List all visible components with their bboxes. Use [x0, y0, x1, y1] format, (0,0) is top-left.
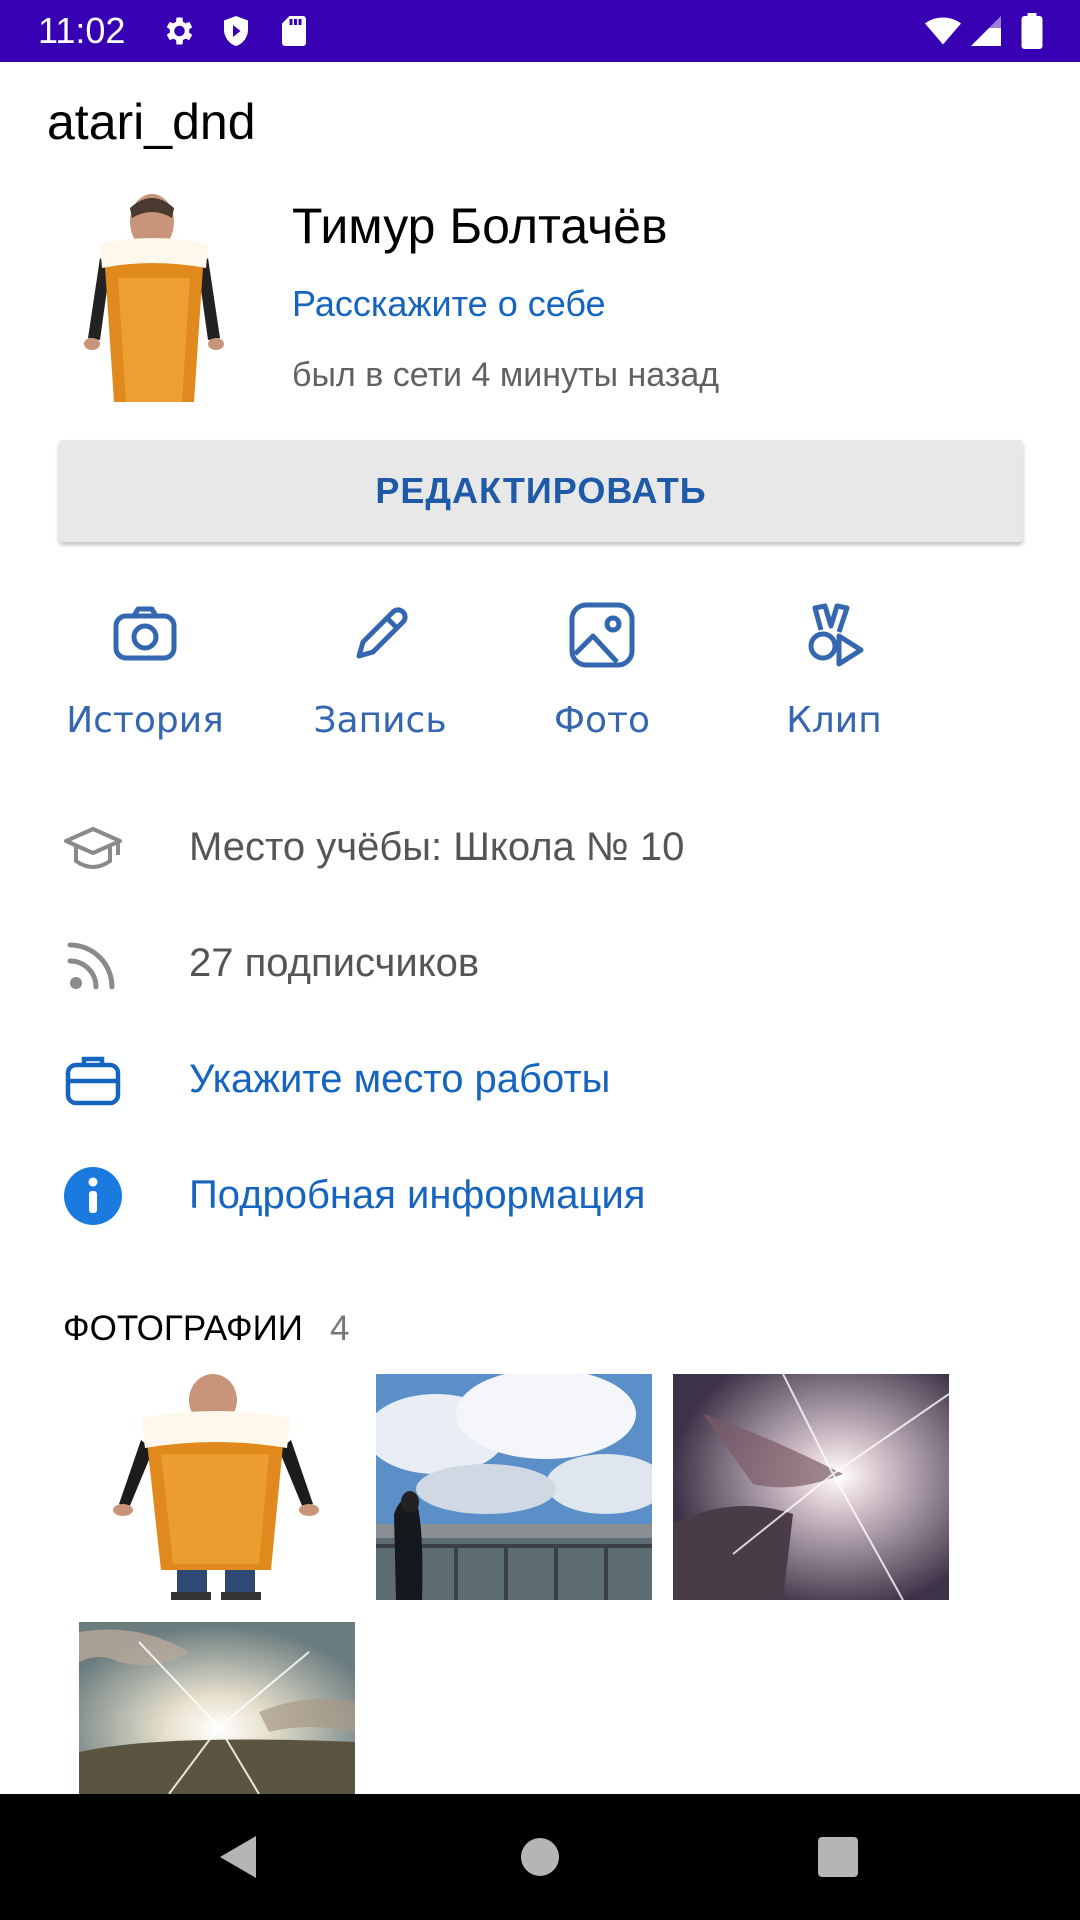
- info-row-details-text: Подробная информация: [189, 1173, 646, 1217]
- edit-profile-button-label: РЕДАКТИРОВАТЬ: [375, 470, 707, 511]
- photo-thumbnail[interactable]: [79, 1374, 355, 1600]
- sd-card-icon: [276, 13, 312, 49]
- battery-icon: [1018, 13, 1046, 49]
- status-time: 11:02: [38, 10, 126, 51]
- wifi-icon: [922, 13, 964, 49]
- settings-icon: [160, 13, 196, 49]
- info-row-work-text: Укажите место работы: [189, 1057, 611, 1101]
- clip-icon: [799, 600, 869, 670]
- action-clip[interactable]: Клип: [734, 600, 934, 750]
- action-post[interactable]: Запись: [280, 600, 480, 750]
- camera-icon: [110, 600, 180, 670]
- action-story-label: История: [66, 700, 224, 741]
- system-nav-bar: [0, 1794, 1080, 1920]
- pencil-icon: [345, 600, 415, 670]
- education-icon: [62, 817, 124, 879]
- page-title: atari_dnd: [47, 94, 256, 150]
- recents-icon[interactable]: [805, 1824, 871, 1890]
- action-post-label: Запись: [313, 700, 447, 741]
- status-bar: 11:02: [0, 0, 1080, 62]
- about-link[interactable]: Расскажите о себе: [292, 282, 606, 326]
- last-seen-status: был в сети 4 минуты назад: [292, 356, 720, 394]
- avatar[interactable]: [48, 188, 260, 402]
- briefcase-icon: [62, 1049, 124, 1111]
- action-clip-label: Клип: [786, 700, 882, 741]
- info-row-details[interactable]: Подробная информация: [58, 1153, 1018, 1233]
- info-row-education[interactable]: Место учёбы: Школа № 10: [58, 805, 1018, 885]
- profile-name: Тимур Болтачёв: [292, 198, 668, 254]
- image-icon: [567, 600, 637, 670]
- photos-section-title: ФОТОГРАФИИ: [63, 1309, 303, 1348]
- action-story[interactable]: История: [45, 600, 245, 750]
- photo-thumbnail[interactable]: [673, 1374, 949, 1600]
- action-photo-label: Фото: [553, 700, 650, 741]
- shield-icon: [218, 13, 254, 49]
- info-row-followers-text: 27 подписчиков: [189, 941, 480, 985]
- info-row-followers[interactable]: 27 подписчиков: [58, 921, 1018, 1001]
- signal-icon: [968, 13, 1004, 49]
- info-row-work[interactable]: Укажите место работы: [58, 1037, 1018, 1117]
- photos-count: 4: [330, 1309, 350, 1348]
- edit-profile-button[interactable]: РЕДАКТИРОВАТЬ: [59, 440, 1023, 542]
- info-icon: [62, 1165, 124, 1227]
- rss-icon: [62, 933, 124, 995]
- photo-thumbnail[interactable]: [79, 1622, 355, 1794]
- home-icon[interactable]: [507, 1824, 573, 1890]
- photo-thumbnail[interactable]: [376, 1374, 652, 1600]
- back-icon[interactable]: [206, 1824, 272, 1890]
- action-photo[interactable]: Фото: [502, 600, 702, 750]
- info-row-education-text: Место учёбы: Школа № 10: [189, 825, 685, 869]
